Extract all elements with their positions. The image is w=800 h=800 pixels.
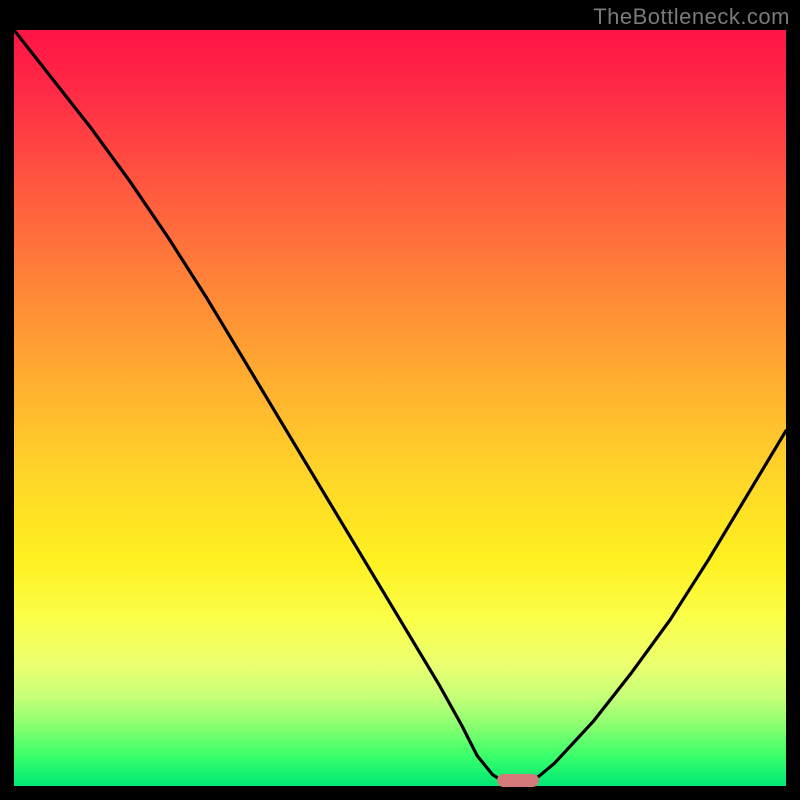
watermark-text: TheBottleneck.com [593,4,790,30]
target-marker [497,774,539,787]
plot-area [14,30,786,786]
chart-frame: TheBottleneck.com [0,0,800,800]
bottleneck-curve-path [14,30,786,785]
bottleneck-curve [14,30,786,786]
